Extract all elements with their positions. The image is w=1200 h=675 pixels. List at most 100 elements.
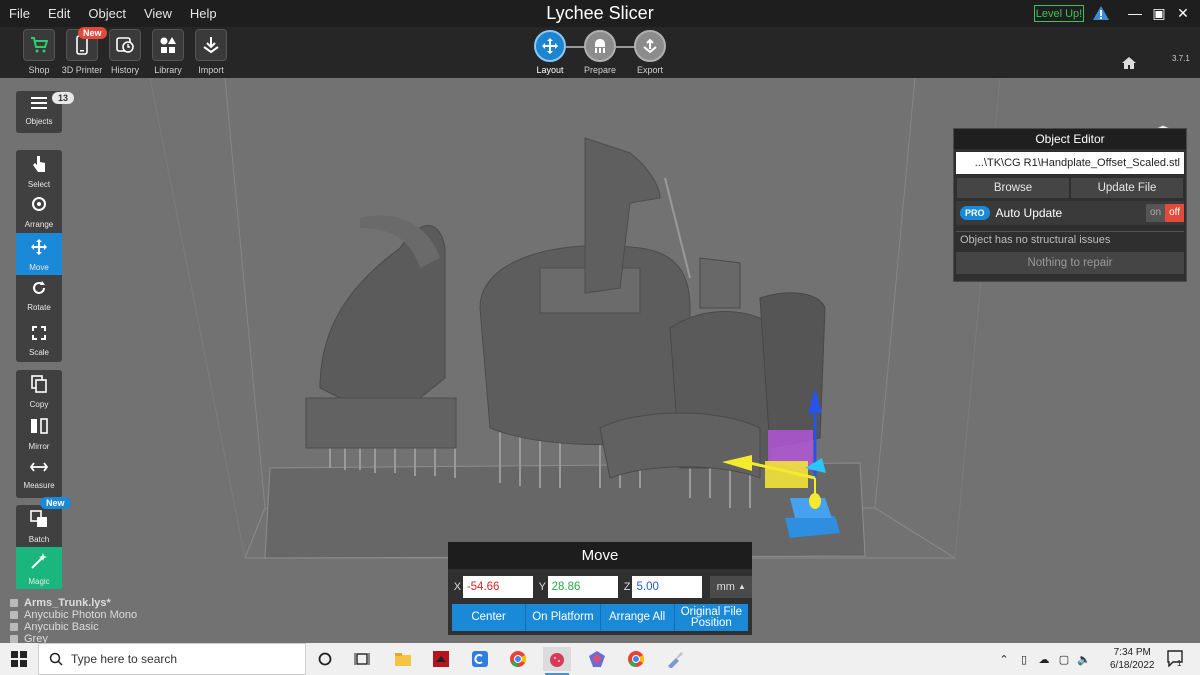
- step-label: Export: [636, 65, 663, 75]
- lychee-icon[interactable]: [543, 647, 571, 675]
- objects-label: Objects: [25, 117, 53, 126]
- time: 7:34 PM: [1113, 647, 1151, 658]
- caret-up-icon: ▲: [737, 582, 746, 591]
- step-label: Prepare: [583, 65, 617, 75]
- device-icon[interactable]: ▯: [1016, 653, 1032, 666]
- layout-icon: [534, 30, 566, 62]
- menu-bar: File Edit Object View Help: [0, 0, 226, 27]
- batch-new-badge: New: [40, 497, 71, 509]
- taskbar-search[interactable]: Type here to search: [38, 643, 306, 675]
- move-panel-title: Move: [448, 542, 752, 569]
- export-icon: [634, 30, 666, 62]
- notification-icon[interactable]: 1: [1166, 649, 1184, 672]
- toggle-off[interactable]: off: [1165, 204, 1184, 222]
- step-layout[interactable]: Layout: [525, 30, 575, 75]
- chrome-icon[interactable]: [504, 647, 532, 671]
- import-icon: [195, 29, 227, 61]
- auto-update-toggle[interactable]: on off: [1145, 204, 1184, 222]
- move-panel: Move X Y Z mm ▲ Center On Platform Arran…: [448, 542, 752, 635]
- cortana-icon[interactable]: [311, 647, 339, 671]
- menu-help[interactable]: Help: [181, 6, 226, 21]
- move-actions: Center On Platform Arrange All Original …: [452, 604, 748, 631]
- magic-tool[interactable]: Magic: [16, 547, 62, 589]
- update-file-button[interactable]: Update File: [1070, 177, 1184, 199]
- unit-dropdown[interactable]: mm ▲: [710, 575, 752, 598]
- transform-tools: Select Arrange Move Rotate Scale: [16, 150, 62, 362]
- app-icon[interactable]: [661, 647, 689, 671]
- app-icon[interactable]: [466, 647, 494, 671]
- clock[interactable]: 7:34 PM 6/18/2022: [1110, 646, 1155, 672]
- object-editor-title: Object Editor: [954, 129, 1186, 149]
- arrange-tool[interactable]: Arrange: [16, 190, 62, 233]
- y-axis-label: Y: [538, 580, 546, 593]
- toggle-on[interactable]: on: [1145, 204, 1166, 222]
- scale-tool[interactable]: Scale: [16, 320, 62, 360]
- resin-icon: [10, 623, 18, 631]
- move-coordinates: X Y Z mm ▲: [448, 569, 752, 604]
- batch-tool[interactable]: Batch: [16, 505, 62, 547]
- menu-file[interactable]: File: [0, 6, 39, 21]
- prepare-icon: [584, 30, 616, 62]
- mirror-tool[interactable]: Mirror: [16, 412, 62, 455]
- step-label: Layout: [536, 65, 564, 75]
- pro-badge: PRO: [960, 206, 990, 220]
- warning-icon[interactable]: [1092, 5, 1110, 26]
- tool-label: Rotate: [27, 303, 51, 312]
- step-export[interactable]: Export: [625, 30, 675, 75]
- list-icon: [31, 97, 47, 109]
- edit-tools: Copy Mirror Measure: [16, 370, 62, 498]
- tool-label: Mirror: [28, 442, 50, 451]
- measure-tool[interactable]: Measure: [16, 455, 62, 498]
- auto-update-row: PRO Auto Update on off: [956, 201, 1184, 225]
- y-input[interactable]: [547, 575, 618, 598]
- objects-count-badge: 13: [52, 92, 75, 104]
- app-icon[interactable]: [427, 647, 455, 671]
- menu-edit[interactable]: Edit: [39, 6, 79, 21]
- z-input[interactable]: [632, 575, 703, 598]
- start-button[interactable]: [0, 643, 38, 675]
- tool-label: Scale: [28, 348, 49, 357]
- cart-icon: [23, 29, 55, 61]
- select-tool[interactable]: Select: [16, 150, 62, 190]
- rotate-tool[interactable]: Rotate: [16, 275, 62, 320]
- import-button[interactable]: Import: [193, 29, 229, 75]
- volume-icon[interactable]: 🔈: [1076, 653, 1092, 666]
- center-button[interactable]: Center: [452, 604, 527, 631]
- printer-icon: [10, 611, 18, 619]
- version-label: 3.7.1: [1172, 54, 1190, 63]
- file-info: Arms_Trunk.lys* Anycubic Photon Mono Any…: [10, 597, 137, 645]
- close-icon[interactable]: ✕: [1174, 4, 1192, 22]
- network-icon[interactable]: ▢: [1056, 653, 1072, 666]
- chevron-up-icon[interactable]: ⌃: [996, 653, 1012, 666]
- cloud-icon[interactable]: ☁: [1036, 653, 1052, 666]
- file-explorer-icon[interactable]: [389, 647, 417, 671]
- arrange-all-button[interactable]: Arrange All: [600, 604, 675, 631]
- file-path-field[interactable]: ...\TK\CG R1\Handplate_Offset_Scaled.stl: [956, 152, 1184, 174]
- title-bar: File Edit Object View Help Lychee Slicer…: [0, 0, 1200, 27]
- pointer-icon: [33, 156, 45, 172]
- scale-icon: [32, 326, 46, 340]
- on-platform-button[interactable]: On Platform: [526, 604, 601, 631]
- original-position-button[interactable]: Original File Position: [674, 604, 748, 631]
- menu-object[interactable]: Object: [79, 6, 135, 21]
- history-icon: [109, 29, 141, 61]
- menu-view[interactable]: View: [135, 6, 181, 21]
- step-prepare[interactable]: Prepare: [575, 30, 625, 75]
- level-up-button[interactable]: Level Up!: [1034, 5, 1084, 22]
- copy-tool[interactable]: Copy: [16, 370, 62, 412]
- home-icon[interactable]: [1121, 56, 1137, 75]
- minimize-icon[interactable]: —: [1126, 4, 1144, 22]
- tool-label: Magic: [28, 577, 50, 586]
- task-view-icon[interactable]: [348, 647, 376, 671]
- app-icon[interactable]: [583, 647, 611, 671]
- chrome-icon[interactable]: [622, 647, 650, 671]
- maximize-icon[interactable]: ▣: [1150, 4, 1168, 22]
- file-icon: [10, 599, 18, 607]
- copy-icon: [31, 375, 47, 393]
- browse-button[interactable]: Browse: [956, 177, 1070, 199]
- x-input[interactable]: [462, 575, 533, 598]
- file-name: Arms_Trunk.lys*: [24, 597, 111, 609]
- repair-button[interactable]: Nothing to repair: [956, 252, 1184, 274]
- move-tool[interactable]: Move: [16, 233, 62, 275]
- tool-label: Batch: [28, 535, 50, 544]
